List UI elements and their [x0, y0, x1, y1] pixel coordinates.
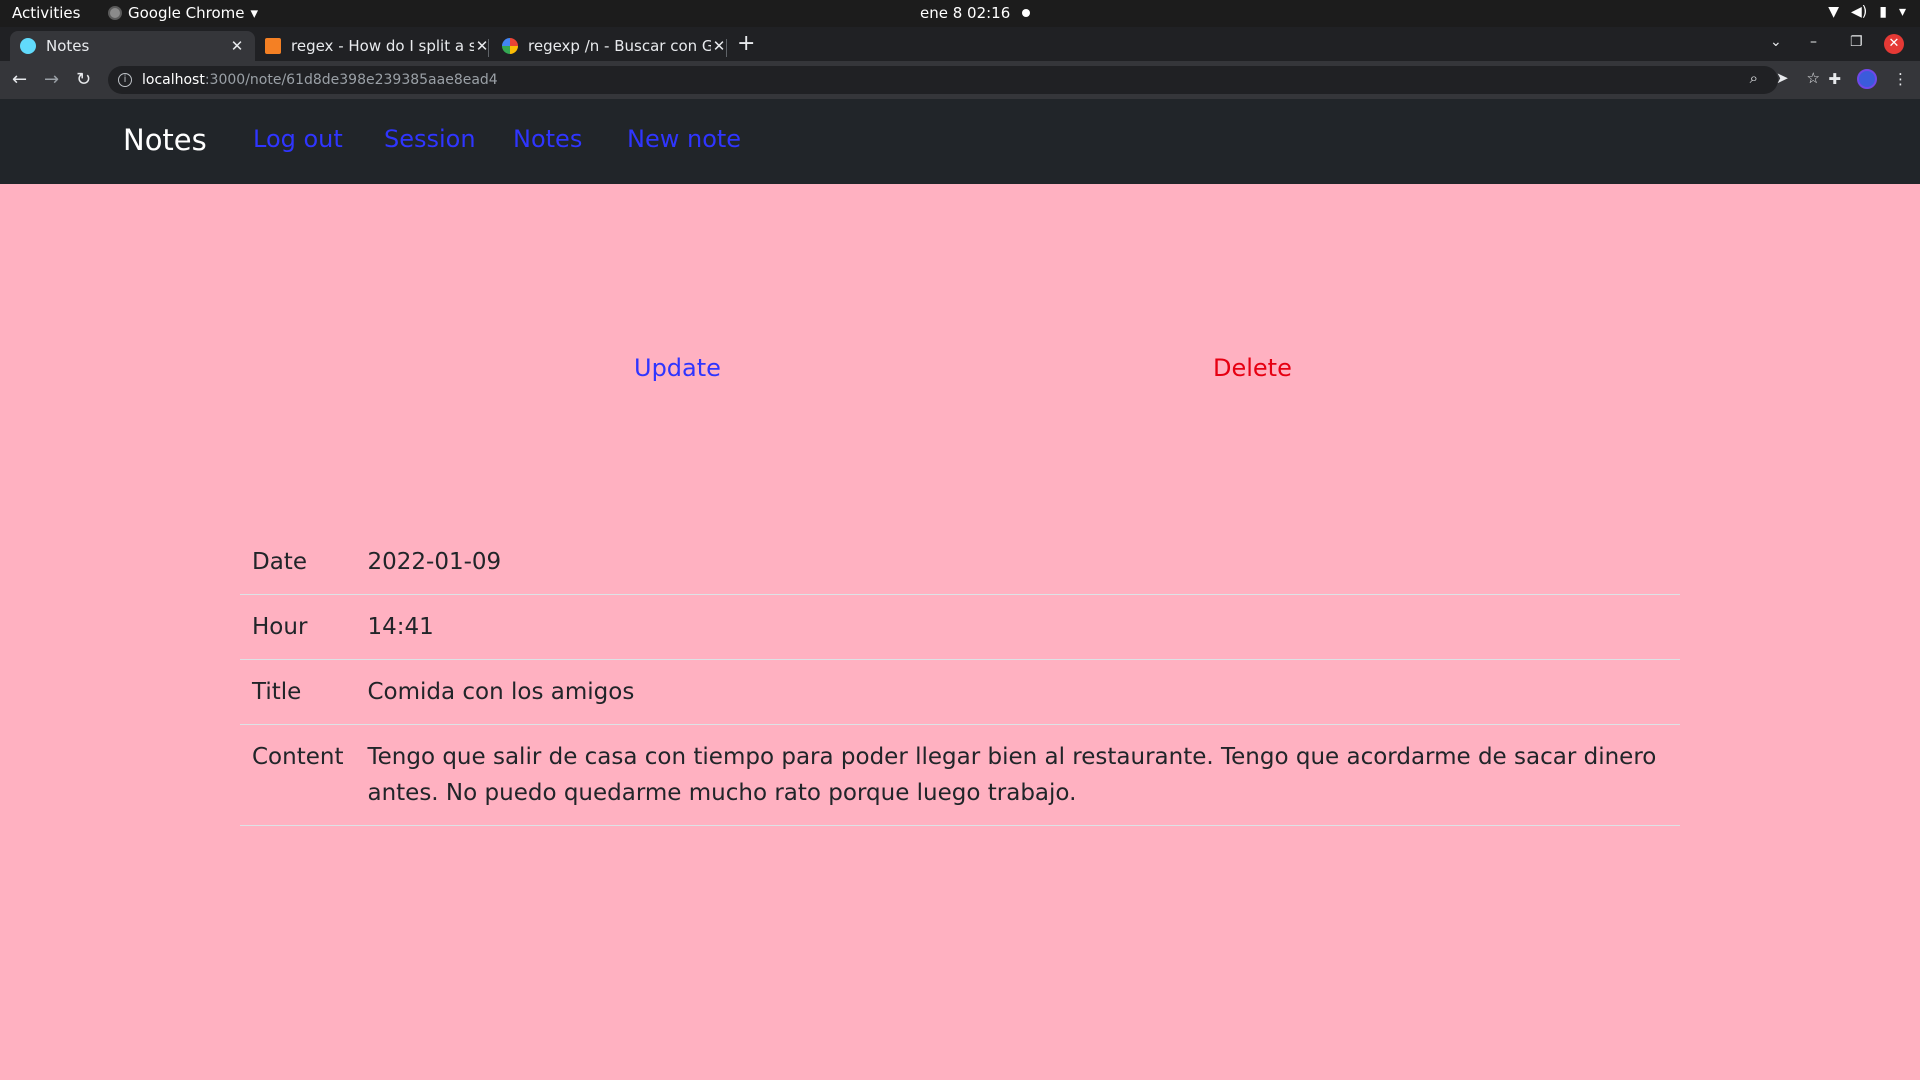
system-top-bar: Activities Google Chrome ▾ ene 8 02:16 ▼…: [0, 0, 1920, 27]
row-value: 2022-01-09: [355, 530, 1680, 595]
bookmark-star-icon[interactable]: ☆: [1807, 69, 1820, 87]
browser-toolbar: ← → ↻ i localhost :3000/note/61d8de398e2…: [0, 61, 1920, 99]
activities-button[interactable]: Activities: [12, 4, 80, 22]
back-icon[interactable]: ←: [12, 69, 27, 90]
tab-google[interactable]: regexp /n - Buscar con Go ✕: [492, 31, 737, 61]
wifi-icon: ▼: [1828, 4, 1840, 20]
tab-strip: Notes ✕ regex - How do I split a str ✕ r…: [0, 27, 1920, 61]
note-details-table: Date 2022-01-09 Hour 14:41 Title Comida …: [240, 530, 1680, 826]
clock[interactable]: ene 8 02:16: [920, 4, 1031, 22]
system-tray[interactable]: ▼ ◀) ▮ ▾: [1828, 4, 1906, 20]
close-tab-icon[interactable]: ✕: [229, 37, 245, 55]
row-label: Date: [240, 530, 356, 595]
profile-avatar[interactable]: [1857, 69, 1877, 89]
caret-down-icon: ▾: [250, 4, 259, 22]
close-tab-icon[interactable]: ✕: [711, 37, 727, 55]
tab-divider: [726, 39, 727, 57]
extensions-puzzle-icon[interactable]: ✚: [1828, 70, 1841, 88]
send-icon[interactable]: ➤: [1776, 69, 1789, 87]
battery-icon: ▮: [1879, 4, 1887, 20]
delete-button[interactable]: Delete: [1213, 354, 1292, 382]
app-navbar: Notes Log out Session Notes New note: [0, 99, 1920, 184]
url-path: :3000/note/61d8de398e239385aae8ead4: [204, 72, 498, 88]
brand-link[interactable]: Notes: [123, 123, 207, 157]
tab-stackoverflow[interactable]: regex - How do I split a str ✕: [255, 31, 500, 61]
notification-dot-icon: [1022, 9, 1031, 17]
forward-icon[interactable]: →: [44, 69, 59, 90]
table-row: Title Comida con los amigos: [240, 659, 1680, 725]
nav-session[interactable]: Session: [384, 125, 476, 153]
window-close-icon[interactable]: ✕: [1884, 34, 1904, 54]
reload-icon[interactable]: ↻: [76, 69, 91, 90]
url-host: localhost: [142, 72, 205, 88]
update-button[interactable]: Update: [634, 354, 721, 382]
google-icon: [502, 38, 518, 54]
nav-notes[interactable]: Notes: [513, 125, 582, 153]
app-menu[interactable]: Google Chrome ▾: [108, 4, 258, 22]
new-tab-icon[interactable]: +: [737, 31, 755, 56]
row-label: Content: [240, 724, 356, 826]
tab-title: regex - How do I split a str: [291, 37, 474, 55]
table-row: Date 2022-01-09: [240, 530, 1680, 595]
caret-down-icon: ▾: [1898, 4, 1906, 20]
tab-divider: [488, 39, 489, 57]
table-row: Content Tengo que salir de casa con tiem…: [240, 724, 1680, 826]
tab-search-icon[interactable]: ⌄: [1770, 34, 1782, 50]
nav-log-out[interactable]: Log out: [253, 125, 343, 153]
stackoverflow-icon: [265, 38, 281, 54]
menu-kebab-icon[interactable]: ⋮: [1893, 70, 1908, 88]
row-label: Hour: [240, 594, 356, 660]
react-icon: [20, 38, 36, 54]
extension-area: ✚ ⋮: [1828, 69, 1908, 89]
omnibox-actions: ⌕ ➤ ☆: [1750, 69, 1820, 87]
tab-title: regexp /n - Buscar con Go: [528, 37, 711, 55]
app-name: Google Chrome: [128, 4, 245, 22]
table-row: Hour 14:41: [240, 594, 1680, 660]
zoom-icon[interactable]: ⌕: [1750, 69, 1758, 87]
row-value: Tengo que salir de casa con tiempo para …: [355, 724, 1680, 826]
clock-text: ene 8 02:16: [920, 4, 1011, 22]
restore-icon[interactable]: ❐: [1850, 34, 1863, 50]
nav-new-note[interactable]: New note: [627, 125, 741, 153]
tab-title: Notes: [46, 37, 90, 55]
tab-notes[interactable]: Notes ✕: [10, 31, 255, 61]
chrome-icon: [108, 6, 122, 20]
volume-icon: ◀): [1851, 4, 1868, 20]
minimize-icon[interactable]: –: [1810, 34, 1817, 50]
site-info-icon[interactable]: i: [118, 73, 132, 87]
row-value: Comida con los amigos: [355, 659, 1680, 725]
address-bar[interactable]: i localhost :3000/note/61d8de398e239385a…: [108, 66, 1778, 94]
row-value: 14:41: [355, 594, 1680, 660]
row-label: Title: [240, 659, 356, 725]
